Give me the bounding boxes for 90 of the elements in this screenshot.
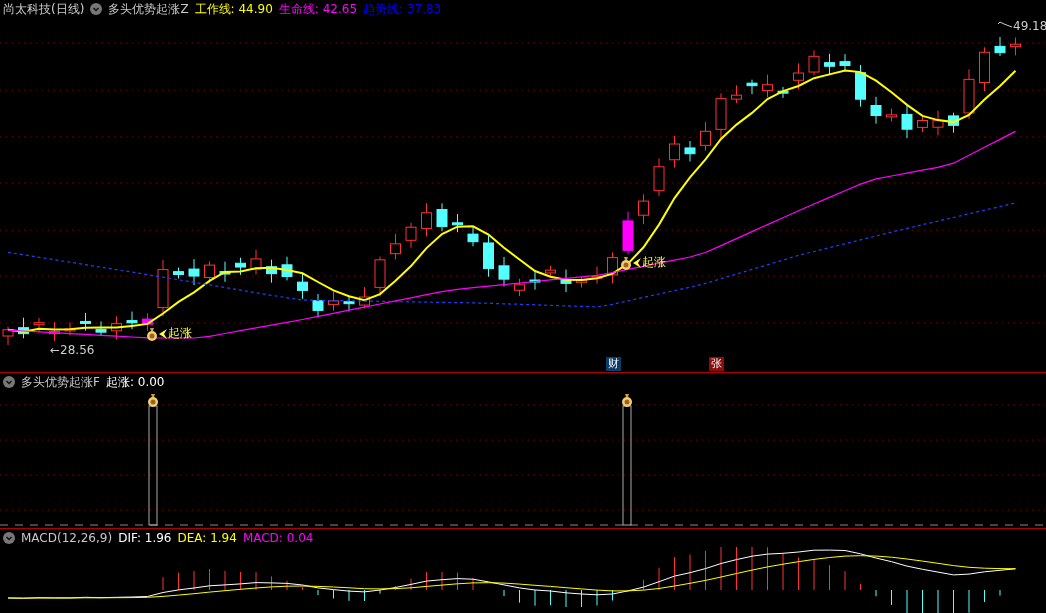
- candlestick: [235, 257, 246, 276]
- candlestick: [452, 213, 463, 233]
- candlestick: [963, 68, 975, 120]
- candlestick: [560, 269, 572, 293]
- candlestick: [684, 140, 696, 162]
- candlestick: [64, 321, 76, 336]
- candlestick: [157, 259, 169, 317]
- signal-label: 起涨: [168, 325, 192, 342]
- candlestick: [576, 276, 587, 288]
- event-tag[interactable]: 张: [709, 357, 724, 371]
- candlestick: [591, 266, 603, 285]
- low-price-label: ←28.56: [50, 343, 95, 357]
- stock-title: 尚太科技(日线): [3, 0, 85, 18]
- candlestick: [281, 256, 293, 281]
- candlestick: [545, 265, 556, 277]
- indicator-reading: 工作线: 44.90: [194, 0, 273, 18]
- candlestick: [948, 112, 959, 134]
- dropdown-icon[interactable]: [3, 376, 15, 388]
- candlestick: [808, 49, 820, 76]
- candlestick: [436, 202, 448, 232]
- candlestick: [700, 121, 711, 152]
- candlestick: [219, 261, 231, 283]
- candlestick: [467, 225, 479, 247]
- dropdown-icon[interactable]: [3, 532, 15, 544]
- candlestick: [297, 273, 308, 300]
- candlestick: [607, 251, 618, 284]
- candlestick: [328, 291, 339, 312]
- candlestick: [18, 317, 29, 339]
- candlestick: [111, 315, 122, 340]
- indicator-reading: DIF: 1.96: [118, 531, 172, 545]
- candlestick: [95, 320, 107, 336]
- candlestick: [343, 296, 355, 312]
- candlestick: [49, 321, 60, 342]
- candlestick: [901, 104, 913, 139]
- candlestick: [390, 233, 401, 260]
- money-bag-icon: [146, 326, 158, 341]
- candlestick: [839, 53, 851, 72]
- money-bag-icon: [147, 393, 159, 407]
- money-bag-icon: [621, 393, 633, 407]
- candlestick: [932, 110, 944, 136]
- indicator-reading: MACD: 0.04: [242, 531, 314, 545]
- candlestick: [638, 193, 649, 225]
- candlestick: [405, 222, 417, 249]
- candlestick: [483, 234, 494, 278]
- candlestick: [979, 46, 990, 92]
- indicator-reading: 起涨: 0.00: [105, 373, 165, 391]
- candlestick: [777, 86, 789, 99]
- candlestick: [762, 74, 773, 98]
- candlestick: [886, 108, 897, 122]
- indicator-reading: 生命线: 42.65: [278, 0, 358, 18]
- candlestick: [994, 36, 1006, 57]
- candlestick: [622, 211, 634, 255]
- candlestick: [855, 64, 866, 108]
- candlestick: [746, 79, 758, 95]
- candlestick: [1010, 37, 1021, 56]
- event-tag[interactable]: 财: [606, 357, 621, 371]
- candlestick: [266, 259, 277, 284]
- candlestick: [514, 278, 525, 297]
- indicator-reading: DEA: 1.94: [177, 531, 237, 545]
- star-icon: [633, 257, 641, 268]
- indicator-reading: 趋势线: 37.83: [363, 0, 442, 18]
- candlestick: [669, 135, 680, 169]
- star-icon: [159, 328, 167, 339]
- candlestick: [731, 84, 742, 104]
- dropdown-icon[interactable]: [90, 3, 103, 15]
- candlestick: [250, 249, 262, 275]
- candlestick: [793, 62, 804, 90]
- candlestick: [126, 311, 138, 330]
- candlestick: [188, 258, 200, 286]
- indicator-name: MACD(12,26,9): [21, 531, 113, 545]
- candlestick: [33, 317, 45, 333]
- money-bag-icon: [620, 255, 632, 270]
- candlestick: [824, 53, 835, 76]
- candlestick: [498, 256, 510, 287]
- indicator-name: 多头优势起涨F: [21, 373, 100, 391]
- candlestick: [715, 92, 727, 139]
- indicator-name: 多头优势起涨Z: [108, 0, 189, 18]
- candlestick: [653, 157, 665, 197]
- candlestick: [529, 269, 541, 291]
- candlestick: [359, 286, 370, 309]
- candlestick: [917, 115, 928, 133]
- candlestick: [204, 260, 215, 284]
- candlestick: [312, 293, 324, 318]
- candlestick: [870, 96, 882, 125]
- high-price-label: 49.18: [1013, 19, 1046, 33]
- leader-line: [997, 21, 1013, 28]
- candlestick: [173, 267, 184, 279]
- candlestick: [374, 256, 386, 297]
- candlestick: [421, 202, 432, 238]
- candlestick: [80, 312, 91, 332]
